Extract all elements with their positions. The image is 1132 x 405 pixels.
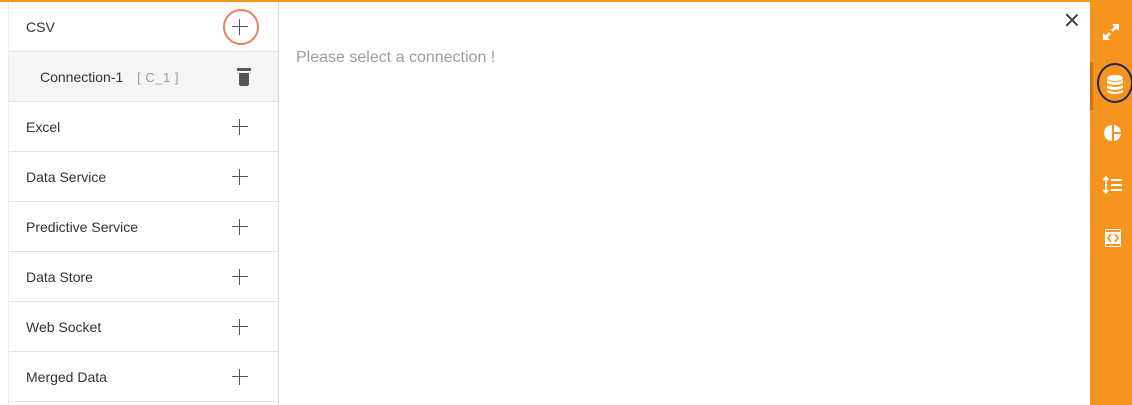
connection-sidebar: CSV Connection-1 [ C_1 ] Excel Data Serv… [8, 2, 279, 405]
sidebar-item-data-store[interactable]: Data Store [9, 252, 278, 302]
expand-button[interactable] [1090, 12, 1132, 52]
add-icon[interactable] [229, 216, 251, 238]
chart-button[interactable] [1092, 113, 1132, 153]
sort-button[interactable] [1092, 165, 1132, 205]
pie-chart-icon [1103, 123, 1123, 143]
add-icon[interactable] [229, 116, 251, 138]
active-indicator [1090, 62, 1093, 110]
code-icon [1104, 228, 1122, 248]
add-icon[interactable] [229, 366, 251, 388]
sidebar-item-label: Data Store [26, 268, 93, 285]
connection-label: Connection-1 [40, 68, 124, 85]
sidebar-item-label: Merged Data [26, 368, 107, 385]
highlight-ring [223, 8, 259, 45]
sidebar-item-label: Web Socket [26, 318, 102, 335]
code-button[interactable] [1092, 218, 1132, 258]
connection-item-connection-1[interactable]: Connection-1 [ C_1 ] [9, 52, 278, 102]
active-ring [1097, 63, 1132, 103]
sidebar-item-excel[interactable]: Excel [9, 102, 278, 152]
empty-state-message: Please select a connection ! [296, 49, 496, 66]
close-icon[interactable] [1064, 12, 1080, 28]
add-icon[interactable] [229, 266, 251, 288]
sidebar-item-web-socket[interactable]: Web Socket [9, 302, 278, 352]
right-toolbar [1090, 0, 1132, 405]
sidebar-item-data-service[interactable]: Data Service [9, 152, 278, 202]
trash-icon[interactable] [237, 67, 251, 86]
add-icon[interactable] [229, 166, 251, 188]
sidebar-item-merged-data[interactable]: Merged Data [9, 352, 278, 402]
expand-icon [1101, 22, 1121, 42]
sidebar-item-label: Predictive Service [26, 218, 139, 235]
sidebar-item-label: Data Service [26, 168, 107, 185]
sidebar-item-predictive-service[interactable]: Predictive Service [9, 202, 278, 252]
sidebar-item-csv[interactable]: CSV [9, 2, 278, 52]
sidebar-item-label: Excel [26, 118, 61, 135]
add-icon[interactable] [229, 316, 251, 338]
connection-ref: [ C_1 ] [137, 69, 179, 85]
sidebar-item-label: CSV [26, 18, 55, 35]
sort-list-icon [1103, 176, 1123, 194]
